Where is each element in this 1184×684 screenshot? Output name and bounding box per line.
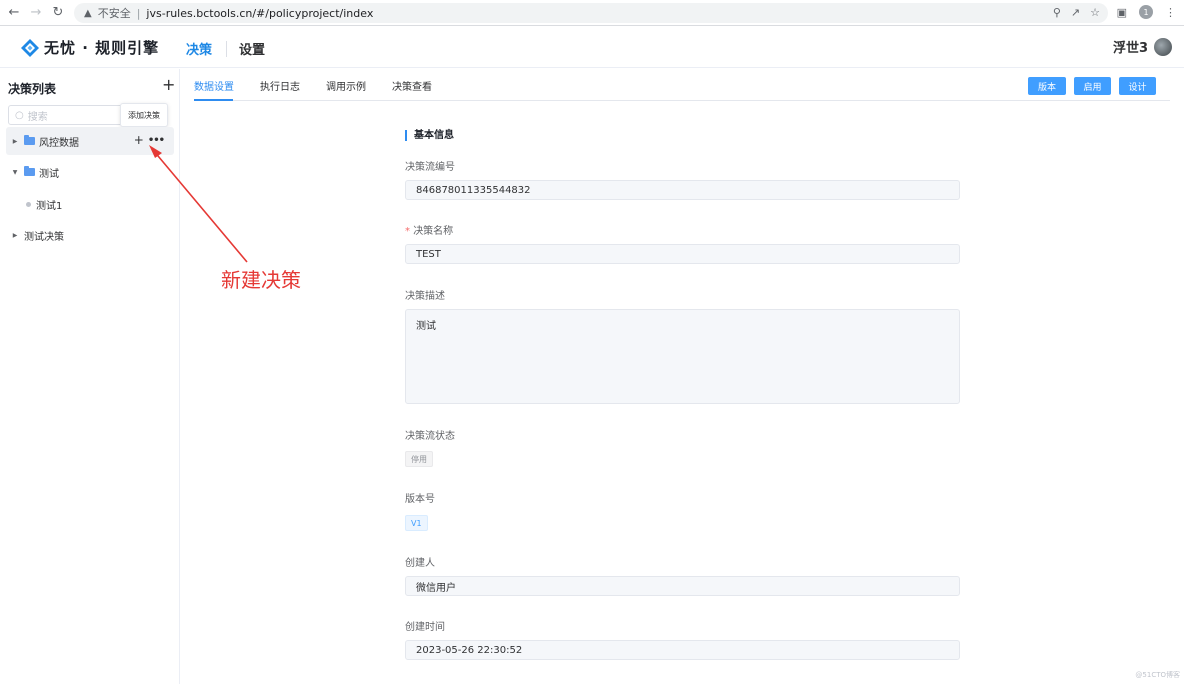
tab-call-example[interactable]: 调用示例: [326, 78, 366, 99]
design-button[interactable]: 设计: [1119, 77, 1156, 95]
add-decision-tooltip: 添加决策: [120, 103, 168, 127]
insecure-label: 不安全: [97, 7, 131, 20]
leaf-dot-icon: [26, 201, 31, 207]
status-label: 决策流状态: [405, 431, 455, 442]
tab-bar: 数据设置 执行日志 调用示例 决策查看: [194, 78, 432, 99]
tab-divider: [194, 100, 1170, 101]
folder-icon: [24, 135, 35, 145]
required-mark: *: [405, 226, 410, 237]
nav-settings[interactable]: 设置: [239, 39, 265, 58]
version-button[interactable]: 版本: [1028, 77, 1066, 95]
app-header: 无忧 · 规则引擎 决策 设置 浮世3: [0, 26, 1184, 68]
search-icon: ○: [15, 109, 24, 121]
active-tab-indicator: [194, 99, 233, 101]
address-bar[interactable]: ▲ 不安全 | jvs-rules.bctools.cn/#/policypro…: [74, 3, 1108, 23]
tab-decision-view[interactable]: 决策查看: [392, 78, 432, 99]
reload-icon[interactable]: ↻: [50, 5, 66, 21]
logo-text: 无忧 · 规则引擎: [44, 39, 160, 57]
share-icon[interactable]: ↗: [1071, 6, 1080, 19]
version-badge: V1: [405, 515, 428, 531]
user-avatar[interactable]: [1154, 37, 1172, 56]
tree-item-label: 风控数据: [39, 137, 79, 149]
forward-icon[interactable]: →: [28, 5, 44, 21]
watermark: @51CTO博客: [1135, 671, 1180, 679]
annotation-label: 新建决策: [221, 268, 301, 292]
key-icon[interactable]: ⚲: [1053, 6, 1061, 19]
logo[interactable]: 无忧 · 规则引擎: [20, 37, 159, 58]
user-name: 浮世3: [1112, 41, 1148, 56]
bookmark-star-icon[interactable]: ☆: [1090, 6, 1100, 19]
address-separator: |: [136, 6, 141, 20]
flow-id-field[interactable]: 846878011335544832: [405, 180, 960, 200]
profile-avatar[interactable]: 1: [1139, 5, 1153, 19]
section-title: 基本信息: [405, 130, 454, 141]
sidebar-title: 决策列表: [8, 82, 57, 96]
tree-item-test[interactable]: ▼ 测试: [6, 158, 174, 186]
created-time-label: 创建时间: [405, 622, 445, 633]
name-field[interactable]: TEST: [405, 244, 960, 264]
more-icon[interactable]: •••: [148, 135, 165, 146]
warning-icon[interactable]: ▲: [84, 8, 92, 19]
browser-toolbar: ← → ↻ ▲ 不安全 | jvs-rules.bctools.cn/#/pol…: [0, 0, 1184, 26]
name-label: * 决策名称: [405, 222, 453, 237]
back-icon[interactable]: ←: [6, 5, 22, 21]
tree-item-label: 测试: [39, 168, 59, 180]
tree-item-label: 测试1: [36, 200, 63, 212]
side-panel-icon[interactable]: ▣: [1117, 6, 1127, 19]
creator-label: 创建人: [405, 558, 435, 569]
tree-item-test-decision[interactable]: ▶ 测试决策: [6, 221, 174, 249]
tree-item-test1[interactable]: 测试1: [6, 190, 174, 218]
add-icon[interactable]: +: [134, 133, 144, 147]
version-label: 版本号: [405, 494, 435, 505]
name-label-text: 决策名称: [413, 226, 454, 237]
logo-icon: [21, 38, 39, 57]
nav-divider: [226, 40, 228, 57]
description-label: 决策描述: [405, 291, 445, 302]
tab-data-settings[interactable]: 数据设置: [194, 78, 234, 99]
enable-button[interactable]: 启用: [1074, 77, 1111, 95]
tree-item-risk-data[interactable]: ▶ 风控数据 + •••: [6, 127, 174, 155]
flow-id-label: 决策流编号: [405, 162, 455, 173]
tab-execution-log[interactable]: 执行日志: [260, 78, 300, 99]
browser-menu-icon[interactable]: ⋮: [1165, 6, 1176, 19]
nav-decision[interactable]: 决策: [186, 39, 212, 58]
folder-icon: [24, 166, 35, 176]
decision-sidebar: 决策列表 + ○ 搜索 添加决策 ▶ 风控数据 + ••• ▼ 测试 测试1 ▶…: [0, 69, 180, 684]
tree-item-label: 测试决策: [24, 231, 64, 243]
search-input[interactable]: ○ 搜索: [8, 105, 126, 125]
search-placeholder: 搜索: [27, 111, 48, 123]
add-decision-icon[interactable]: +: [162, 77, 175, 93]
created-time-field[interactable]: 2023-05-26 22:30:52: [405, 640, 960, 660]
url-text[interactable]: jvs-rules.bctools.cn/#/policyproject/ind…: [146, 7, 373, 20]
status-badge: 停用: [405, 451, 433, 467]
caret-down-icon[interactable]: ▼: [10, 169, 20, 176]
caret-right-icon[interactable]: ▶: [10, 232, 20, 239]
top-nav: 决策 设置: [186, 39, 265, 58]
creator-field[interactable]: 微信用户: [405, 576, 960, 596]
user-menu[interactable]: 浮世3: [1113, 37, 1172, 56]
caret-right-icon[interactable]: ▶: [10, 138, 20, 145]
description-textarea[interactable]: 测试: [405, 309, 960, 404]
